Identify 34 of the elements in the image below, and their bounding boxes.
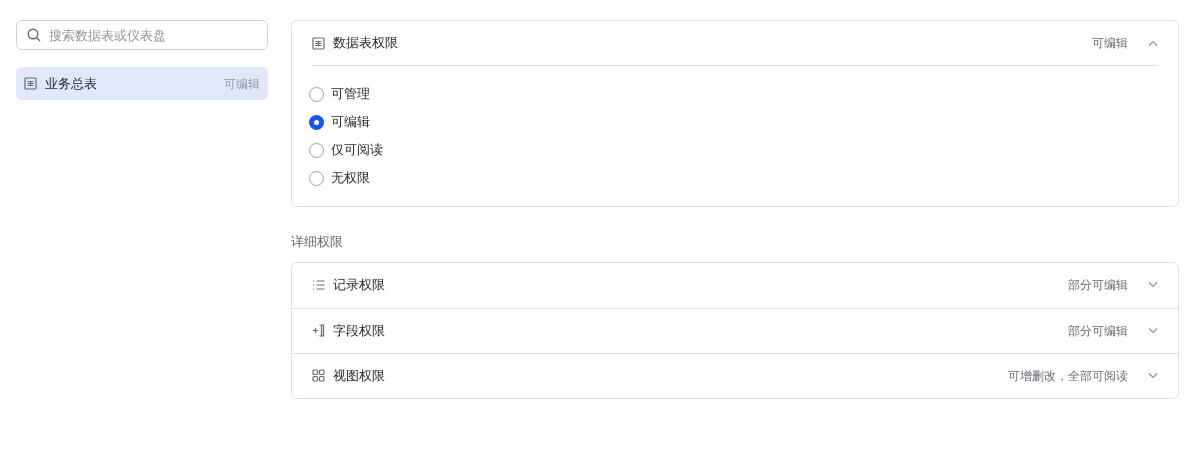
table-icon bbox=[312, 36, 325, 50]
section-title: 数据表权限 bbox=[333, 34, 399, 53]
chevron-down-icon[interactable] bbox=[1148, 327, 1158, 334]
row-title: 视图权限 bbox=[333, 366, 386, 385]
row-title: 字段权限 bbox=[333, 321, 386, 340]
option-label: 仅可阅读 bbox=[331, 141, 383, 160]
row-title: 记录权限 bbox=[333, 276, 386, 295]
radio-button[interactable] bbox=[309, 114, 324, 130]
permission-row[interactable]: 视图权限 可增删改，全部可阅读 bbox=[292, 352, 1178, 398]
permission-row[interactable]: 记录权限 部分可编辑 bbox=[292, 262, 1178, 308]
option-label: 可管理 bbox=[331, 85, 370, 104]
option-label: 无权限 bbox=[331, 169, 370, 188]
list-icon bbox=[312, 279, 325, 291]
chevron-down-icon[interactable] bbox=[1148, 282, 1158, 288]
search-field[interactable]: 搜索数据表或仪表盘 bbox=[16, 20, 268, 50]
chevron-up-icon[interactable] bbox=[1148, 40, 1158, 46]
radio-button[interactable] bbox=[309, 86, 324, 102]
search-icon bbox=[27, 28, 41, 42]
option-label: 可编辑 bbox=[331, 113, 370, 132]
permission-value: 部分可编辑 bbox=[1068, 322, 1128, 340]
permission-value: 可增删改，全部可阅读 bbox=[1008, 367, 1128, 385]
permission-row[interactable]: 字段权限 部分可编辑 bbox=[292, 307, 1178, 353]
sidebar-item[interactable]: 业务总表 可编辑 bbox=[16, 67, 268, 100]
sheet-name: 业务总表 bbox=[45, 74, 98, 93]
table-icon bbox=[24, 77, 37, 90]
section-heading: 详细权限 bbox=[291, 233, 344, 251]
add-column-icon bbox=[312, 324, 325, 337]
radio-button[interactable] bbox=[309, 142, 324, 158]
permission-label: 可编辑 bbox=[224, 75, 260, 93]
chevron-down-icon[interactable] bbox=[1148, 372, 1158, 379]
permission-value: 部分可编辑 bbox=[1068, 277, 1128, 294]
grid-icon bbox=[312, 369, 325, 382]
radio-button[interactable] bbox=[309, 170, 324, 186]
permission-value: 可编辑 bbox=[1092, 35, 1128, 52]
